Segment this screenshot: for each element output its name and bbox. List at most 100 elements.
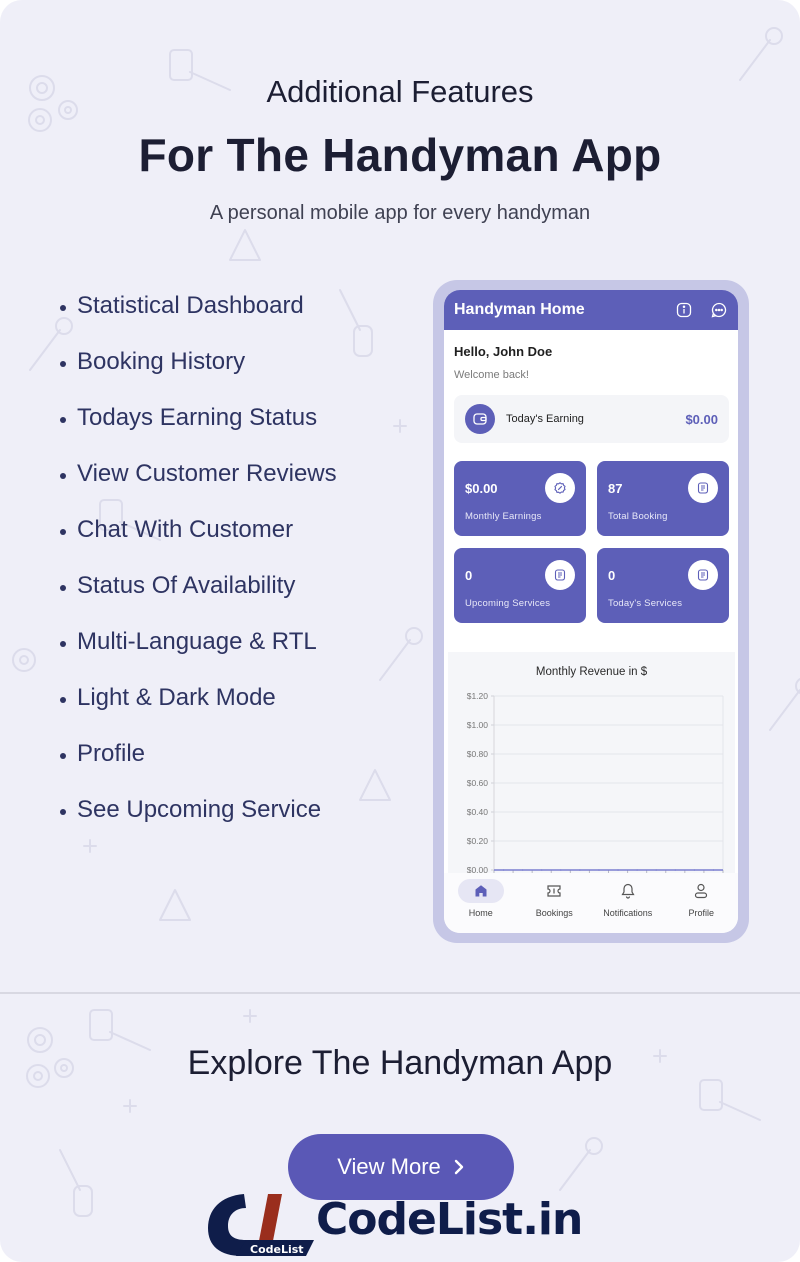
stat-card-total-booking[interactable]: 87 Total Booking [597,461,729,536]
bottom-nav: Home Bookings Notifications Profile [444,873,738,933]
app-bar-title: Handyman Home [454,301,585,318]
feature-item: Booking History [60,345,337,401]
bullet-icon [60,361,66,367]
codelist-logo-mark: CodeList [208,1194,314,1256]
document-icon [688,473,718,503]
feature-item: Chat With Customer [60,513,337,569]
wallet-icon [465,404,495,434]
bullet-icon [60,473,66,479]
ticket-icon [531,879,577,903]
page-canvas: Additional Features For The Handyman App… [0,0,800,1262]
feature-item: View Customer Reviews [60,457,337,513]
data-point [559,869,562,871]
wrench-icon [559,1137,603,1191]
greeting: Hello, John Doe [454,344,553,359]
feature-item: Todays Earning Status [60,401,337,457]
user-icon [678,879,724,903]
cone-icon [359,769,391,801]
document-icon [688,560,718,590]
phone-mockup: Handyman Home Hello, John Doe Welcome ba… [433,280,749,943]
wrench-icon [739,27,783,81]
stat-label: Total Booking [608,511,668,522]
chat-icon[interactable] [710,301,728,319]
y-tick-label: $0.80 [467,749,489,759]
nav-home[interactable]: Home [444,873,518,933]
feature-item: Status Of Availability [60,569,337,625]
nav-label: Bookings [535,908,573,918]
bullet-icon [60,641,66,647]
chart-plot: $0.00$0.20$0.40$0.60$0.80$1.00$1.20 [467,691,724,875]
data-point [540,869,543,871]
tagline: A personal mobile app for every handyman [209,202,591,224]
feature-item: Statistical Dashboard [60,289,337,345]
feature-item: Multi-Language & RTL [60,625,337,681]
data-point [655,869,658,871]
stat-card-todays-services[interactable]: 0 Today's Services [597,548,729,623]
todays-earning-label: Today's Earning [506,413,584,425]
data-point [693,869,696,871]
chevron-right-icon [453,1159,465,1175]
explore-title: Explore The Handyman App [187,1044,613,1082]
view-more-label: View More [337,1154,441,1179]
logo-text: CodeList.in [316,1194,583,1245]
wrench-icon [379,627,423,681]
nav-label: Profile [688,908,714,918]
bullet-icon [60,697,66,703]
logo-badge-text: CodeList [250,1243,304,1256]
document-icon [545,560,575,590]
todays-earning-amount: $0.00 [685,411,718,427]
bell-icon [605,879,651,903]
cone-icon [159,889,191,921]
data-point [598,869,600,871]
y-tick-label: $0.60 [467,778,489,788]
welcome-text: Welcome back! [454,369,529,381]
data-point [636,869,638,871]
gear-icon [12,648,36,672]
cone-icon [229,229,261,261]
feature-item: See Upcoming Service [60,793,337,849]
stat-value: 0 [465,568,473,583]
feature-list: Statistical Dashboard Booking History To… [60,289,337,849]
bullet-icon [60,753,66,759]
data-point [617,869,619,871]
data-point [674,869,677,871]
bullet-icon [60,305,66,311]
stat-value: 0 [608,568,616,583]
feature-item: Light & Dark Mode [60,681,337,737]
feature-item: Profile [60,737,337,793]
hammer-icon [699,1079,761,1121]
y-tick-label: $1.00 [467,720,489,730]
stat-label: Monthly Earnings [465,511,542,522]
todays-earning-card[interactable]: Today's Earning $0.00 [454,395,729,443]
stat-label: Upcoming Services [465,598,551,609]
data-point [579,869,581,871]
y-tick-label: $0.20 [467,836,489,846]
wrench-icon [769,677,800,731]
nav-label: Home [468,908,493,918]
bullet-icon [60,585,66,591]
nav-profile[interactable]: Profile [665,873,739,933]
app-bar: Handyman Home [444,290,738,330]
monthly-revenue-chart: Monthly Revenue in $ $0.00 $0.20 $0.40 $0.6… [448,652,735,882]
nav-label: Notifications [603,908,653,918]
info-icon[interactable] [675,301,693,319]
section-subtitle: Additional Features [266,74,534,109]
stat-card-monthly-earnings[interactable]: $0.00 Monthly Earnings [454,461,586,536]
bullet-icon [60,529,66,535]
y-tick-label: $1.20 [467,691,489,701]
nav-bookings[interactable]: Bookings [518,873,592,933]
stat-label: Today's Services [608,598,683,609]
codelist-logo: CodeList CodeList.in [206,1190,586,1258]
home-icon [457,879,504,903]
data-point [521,869,524,871]
stat-value: 87 [608,481,623,496]
badge-percent-icon [545,473,575,503]
nav-notifications[interactable]: Notifications [591,873,665,933]
stat-value: $0.00 [465,481,498,496]
data-point [502,869,505,871]
bullet-icon [60,417,66,423]
screwdriver-icon [59,1149,93,1217]
section-title: For The Handyman App [138,129,662,181]
stat-card-upcoming-services[interactable]: 0 Upcoming Services [454,548,586,623]
screwdriver-icon [339,289,373,357]
